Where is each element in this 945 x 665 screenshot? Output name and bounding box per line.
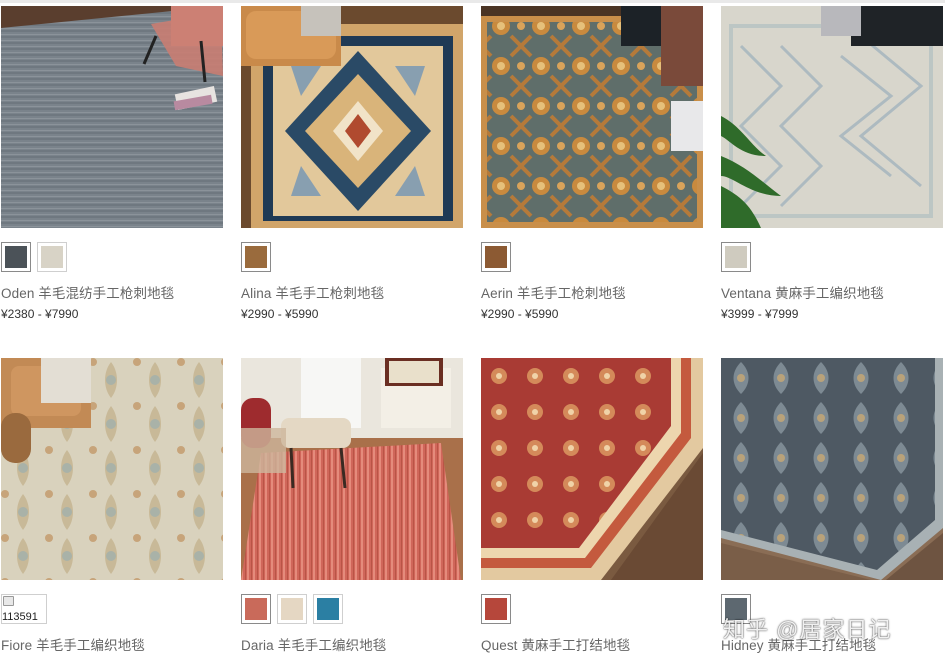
- product-title[interactable]: Quest 黄麻手工打结地毯: [481, 634, 630, 654]
- color-swatches-aerin: [481, 242, 511, 272]
- swatch-daria-1[interactable]: [241, 594, 271, 624]
- product-image-quest[interactable]: [481, 358, 703, 580]
- swatch-quest-1[interactable]: [481, 594, 511, 624]
- page-top-border: [0, 0, 945, 3]
- product-image-daria[interactable]: [241, 358, 463, 580]
- broken-image-icon: [3, 596, 14, 606]
- swatch-alina-1[interactable]: [241, 242, 271, 272]
- product-price: ¥2990 - ¥5990: [241, 307, 319, 321]
- broken-image-alt: 113591: [2, 611, 38, 623]
- product-card-fiore[interactable]: 113591 Fiore 羊毛手工编织地毯: [1, 358, 223, 665]
- product-title[interactable]: Daria 羊毛手工编织地毯: [241, 634, 386, 654]
- swatch-ventana-1[interactable]: [721, 242, 751, 272]
- swatch-oden-2[interactable]: [37, 242, 67, 272]
- color-swatches-quest: [481, 594, 511, 624]
- product-title[interactable]: Aerin 羊毛手工枪刺地毯: [481, 282, 626, 302]
- swatch-daria-2[interactable]: [277, 594, 307, 624]
- color-swatches-alina: [241, 242, 271, 272]
- product-image-alina[interactable]: [241, 6, 463, 228]
- product-card-oden[interactable]: Oden 羊毛混纺手工枪刺地毯 ¥2380 - ¥7990: [1, 6, 223, 326]
- product-card-aerin[interactable]: Aerin 羊毛手工枪刺地毯 ¥2990 - ¥5990: [481, 6, 703, 326]
- broken-image-swatch[interactable]: 113591: [1, 594, 47, 624]
- product-card-daria[interactable]: Daria 羊毛手工编织地毯: [241, 358, 463, 665]
- color-swatches-daria: [241, 594, 343, 624]
- swatch-aerin-1[interactable]: [481, 242, 511, 272]
- product-price: ¥2990 - ¥5990: [481, 307, 559, 321]
- product-image-fiore[interactable]: [1, 358, 223, 580]
- watermark: 知乎 @居家日记: [723, 617, 892, 642]
- product-image-ventana[interactable]: [721, 6, 943, 228]
- product-title[interactable]: Alina 羊毛手工枪刺地毯: [241, 282, 384, 302]
- color-swatches-ventana: [721, 242, 751, 272]
- swatch-daria-3[interactable]: [313, 594, 343, 624]
- product-title[interactable]: Fiore 羊毛手工编织地毯: [1, 634, 145, 654]
- product-price: ¥3999 - ¥7999: [721, 307, 799, 321]
- product-image-oden[interactable]: [1, 6, 223, 228]
- product-card-ventana[interactable]: Ventana 黄麻手工编织地毯 ¥3999 - ¥7999: [721, 6, 943, 326]
- product-title[interactable]: Ventana 黄麻手工编织地毯: [721, 282, 884, 302]
- product-image-aerin[interactable]: [481, 6, 703, 228]
- product-price: ¥2380 - ¥7990: [1, 307, 79, 321]
- color-swatches-oden: [1, 242, 67, 272]
- product-card-alina[interactable]: Alina 羊毛手工枪刺地毯 ¥2990 - ¥5990: [241, 6, 463, 326]
- product-card-quest[interactable]: Quest 黄麻手工打结地毯: [481, 358, 703, 665]
- product-image-hidney[interactable]: [721, 358, 943, 580]
- product-title[interactable]: Oden 羊毛混纺手工枪刺地毯: [1, 282, 174, 302]
- swatch-oden-1[interactable]: [1, 242, 31, 272]
- color-swatches-fiore: 113591: [1, 594, 47, 624]
